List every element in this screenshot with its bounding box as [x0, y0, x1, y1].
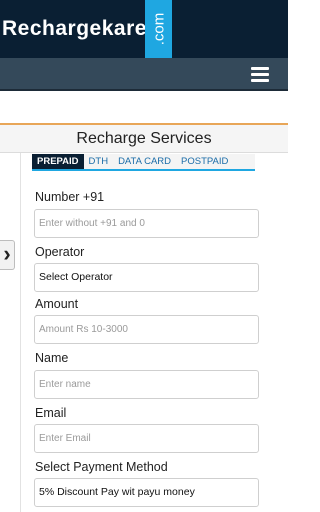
site-header: Rechargekare .com — [0, 0, 288, 58]
email-label: Email — [35, 406, 67, 420]
payment-method-select[interactable]: 5% Discount Pay wit payu money — [34, 478, 259, 507]
left-divider — [20, 153, 21, 512]
chevron-right-icon[interactable]: › — [0, 240, 15, 270]
name-label: Name — [35, 351, 69, 365]
amount-label: Amount — [35, 297, 79, 311]
service-tabs: PREPAID DTH DATA CARD POSTPAID — [32, 154, 255, 171]
section-title: Recharge Services — [0, 123, 288, 153]
menu-icon-line — [251, 67, 269, 70]
menu-icon-line — [251, 79, 269, 82]
app-root: Rechargekare .com Recharge Services › PR… — [0, 0, 288, 512]
operator-label: Operator — [35, 245, 85, 259]
tab-postpaid[interactable]: POSTPAID — [176, 154, 233, 169]
logo-text: Rechargekare — [0, 0, 145, 58]
tab-dth[interactable]: DTH — [84, 154, 114, 169]
navigation-bar — [0, 58, 288, 91]
amount-input[interactable] — [34, 315, 259, 344]
number-label: Number +91 — [35, 190, 105, 204]
email-input[interactable] — [34, 424, 259, 453]
logo-suffix-badge: .com — [145, 0, 172, 58]
logo-suffix: .com — [150, 12, 167, 46]
tab-prepaid[interactable]: PREPAID — [32, 154, 84, 169]
payment-method-label: Select Payment Method — [35, 460, 168, 474]
menu-icon-line — [251, 73, 269, 76]
number-input[interactable] — [34, 209, 259, 238]
operator-select[interactable]: Select Operator — [34, 263, 259, 292]
site-logo[interactable]: Rechargekare .com — [0, 0, 172, 58]
tab-data-card[interactable]: DATA CARD — [113, 154, 176, 169]
name-input[interactable] — [34, 370, 259, 399]
hamburger-menu-icon[interactable] — [251, 67, 269, 82]
